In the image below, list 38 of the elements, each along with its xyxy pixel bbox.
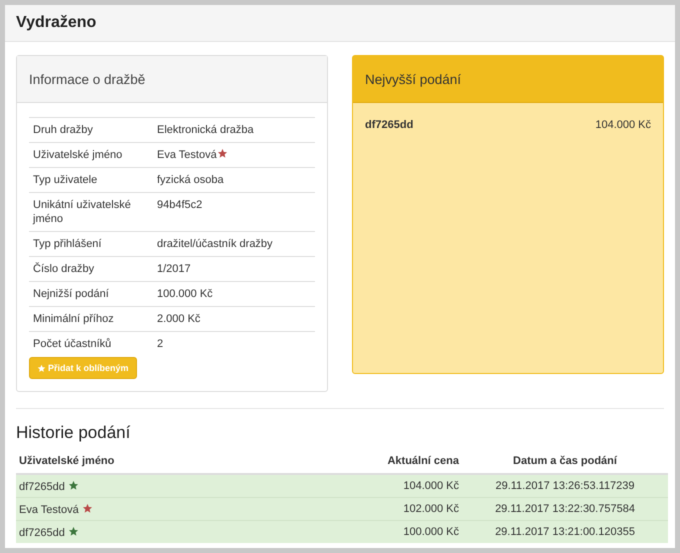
page-title: Vydraženo [16, 14, 96, 32]
bidder-name: df7265dd [365, 119, 414, 131]
info-value: 2 [157, 338, 164, 350]
column-header: Datum a čas podání [462, 451, 668, 474]
info-label: Uživatelské jméno [33, 149, 122, 161]
info-value: 100.000 Kč [157, 288, 213, 300]
favorite-button[interactable]: Přidat k oblíbeným [29, 357, 137, 379]
info-label: Minimální příhoz [33, 313, 114, 325]
table-cell: df7265dd [19, 526, 65, 538]
info-value: 1/2017 [157, 263, 191, 275]
info-label: Počet účastníků [33, 338, 112, 350]
info-label: Číslo dražby [33, 263, 94, 275]
table-cell: 102.000 Kč [316, 498, 462, 520]
info-value: Eva Testová [157, 149, 217, 161]
column-header: Aktuální cena [316, 451, 462, 474]
table-cell: 29.11.2017 13:21:00.120355 [462, 520, 668, 543]
info-label: Nejnižší podání [33, 288, 109, 300]
table-cell: 100.000 Kč [316, 520, 462, 543]
star-icon [37, 364, 46, 372]
table-cell: Eva Testová [19, 504, 79, 516]
info-label: Unikátní uživatelské jméno [33, 199, 131, 225]
table-cell: 29.11.2017 13:26:53.117239 [462, 474, 668, 498]
info-label: Druh dražby [33, 124, 93, 136]
table-cell: 104.000 Kč [316, 474, 462, 498]
table-cell: df7265dd [19, 480, 65, 492]
table-cell: 29.11.2017 13:22:30.757584 [462, 498, 668, 520]
info-value: fyzická osoba [157, 174, 224, 186]
bid-amount: 104.000 Kč [595, 119, 651, 131]
info-value: dražitel/účastník dražby [157, 238, 273, 250]
info-label: Typ přihlášení [33, 238, 102, 250]
panel-title: Informace o dražbě [29, 72, 146, 86]
info-label: Typ uživatele [33, 174, 98, 186]
info-value: Elektronická dražba [157, 124, 254, 136]
section-title: Historie podání [16, 423, 132, 443]
info-value: 2.000 Kč [157, 313, 200, 325]
column-header: Uživatelské jméno [16, 451, 316, 474]
panel-title: Nejvyšší podání [365, 72, 462, 86]
info-value: 94b4f5c2 [157, 199, 202, 211]
